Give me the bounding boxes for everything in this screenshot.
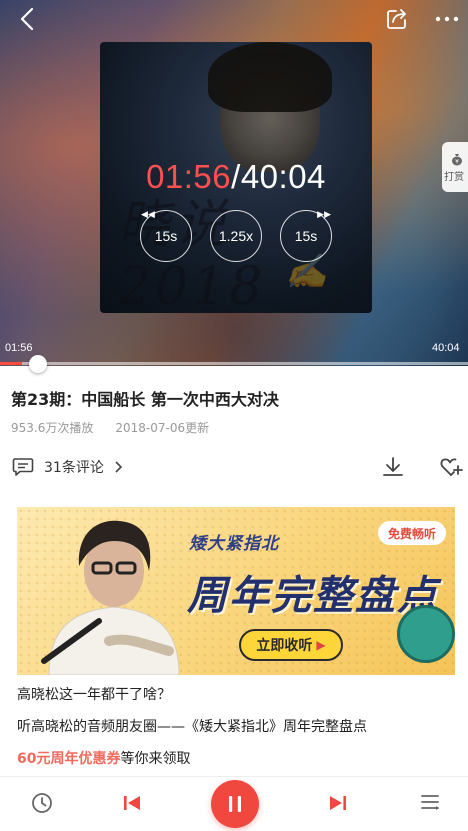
ad-headline: 高晓松这一年都干了啥？: [17, 687, 171, 703]
ad-description: 听高晓松的音频朋友圈——《矮大紧指北》周年完整盘点: [17, 719, 367, 735]
skip-forward-button[interactable]: ▶▶ 15s: [280, 209, 332, 262]
promo-banner[interactable]: 矮大紧指北 周年完整盘点 免费畅听 立即收听 ▶: [17, 507, 455, 675]
coupon-rest: 等你来领取: [120, 751, 191, 767]
banner-headline: 周年完整盘点: [187, 572, 439, 619]
update-date: 2018-07-06更新: [115, 421, 210, 435]
back-arrow-icon: [20, 7, 34, 31]
favorite-button[interactable]: [439, 455, 463, 479]
progress-bar[interactable]: [0, 362, 468, 365]
previous-icon: [124, 796, 140, 810]
clock-icon: [32, 793, 52, 813]
speed-button[interactable]: 1.25x: [210, 210, 262, 262]
tip-button[interactable]: ¥ 打赏: [442, 142, 468, 192]
previous-button[interactable]: [118, 789, 146, 817]
comments-button[interactable]: 31条评论: [12, 456, 122, 478]
money-bag-icon: ¥: [452, 153, 462, 165]
banner-free-badge: 免费畅听: [378, 521, 446, 545]
total-time: 40:04: [240, 158, 326, 195]
skip-back-label: 15s: [154, 228, 178, 244]
history-button[interactable]: [28, 789, 56, 817]
episode-meta: 953.6万次播放 2018-07-06更新: [11, 419, 209, 436]
speed-label: 1.25x: [218, 228, 254, 244]
skip-back-button[interactable]: ◀◀ 15s: [140, 209, 192, 262]
more-button[interactable]: [432, 4, 462, 34]
tip-label: 打赏: [444, 171, 464, 183]
chevron-right-icon: [115, 461, 122, 473]
play-triangle-icon: ▶: [316, 638, 326, 652]
pause-icon: [229, 796, 241, 812]
heart-add-icon: [440, 458, 463, 476]
time-separator: /: [231, 158, 241, 195]
more-icon: [435, 16, 459, 22]
banner-listen-button[interactable]: 立即收听 ▶: [239, 629, 343, 661]
player-area: 晓说 2018 ✍ 01:56/40:04 ◀◀ 15s 1.25x ▶▶ 15…: [0, 0, 468, 366]
progress-thumb[interactable]: [29, 355, 48, 373]
share-icon: [387, 9, 406, 29]
audio-player-screen: 晓说 2018 ✍ 01:56/40:04 ◀◀ 15s 1.25x ▶▶ 15…: [0, 0, 468, 831]
next-icon: [330, 796, 346, 810]
banner-globe-icon: [397, 605, 455, 663]
share-button[interactable]: [382, 4, 412, 34]
current-time: 01:56: [146, 158, 232, 195]
download-button[interactable]: [381, 455, 405, 479]
skip-forward-label: 15s: [294, 228, 318, 244]
banner-host-portrait: [41, 520, 180, 675]
back-button[interactable]: [10, 4, 44, 34]
fast-forward-icon: ▶▶: [317, 209, 331, 219]
play-pause-button[interactable]: [211, 780, 259, 828]
comment-icon: [12, 458, 34, 476]
ad-coupon-line: 60元周年优惠券等你来领取: [17, 748, 190, 768]
download-icon: [383, 457, 403, 476]
progress-fill: [0, 362, 23, 365]
banner-cta-label: 立即收听: [256, 638, 313, 654]
playlist-button[interactable]: [416, 789, 444, 817]
playback-time: 01:56/40:04: [100, 158, 372, 196]
elapsed-time: 01:56: [5, 342, 33, 354]
duration-time: 40:04: [432, 342, 460, 354]
play-count: 953.6万次播放: [11, 421, 94, 435]
playlist-icon: [421, 795, 439, 810]
banner-brand: 矮大紧指北: [189, 534, 279, 554]
rewind-icon: ◀◀: [141, 209, 155, 219]
episode-title: 第23期：中国船长 第一次中西大对决: [11, 390, 279, 409]
coupon-highlight[interactable]: 60元周年优惠券: [17, 751, 120, 767]
svg-text:¥: ¥: [455, 158, 459, 165]
comments-label: 31条评论: [44, 460, 104, 476]
next-button[interactable]: [324, 789, 352, 817]
